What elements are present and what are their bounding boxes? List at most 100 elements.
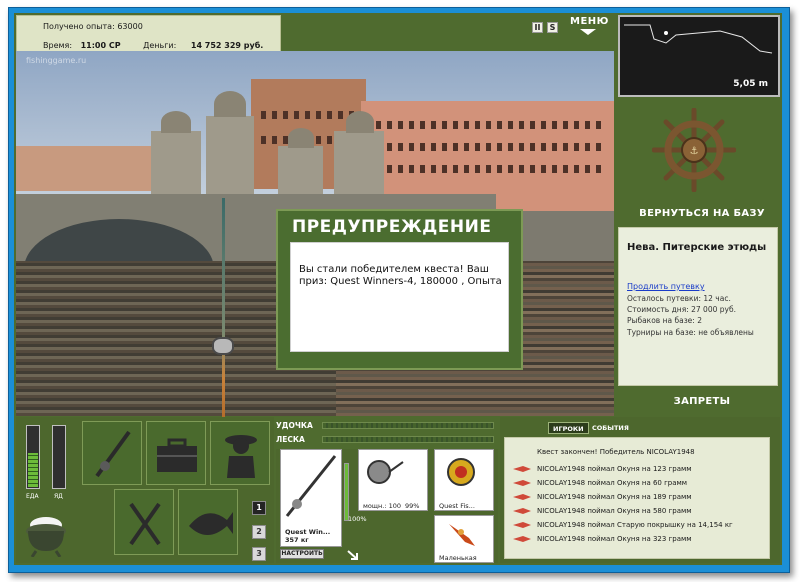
reel-condition: 99% <box>405 502 420 510</box>
food-label: ЕДА <box>26 493 39 500</box>
line-tension-bar <box>322 436 494 443</box>
menu-button[interactable]: МЕНЮ <box>570 16 609 27</box>
rod-condition: 100% <box>348 515 367 523</box>
window-row <box>376 143 606 151</box>
lure-icon <box>513 522 531 528</box>
bait-2-name: Маленькая <box>439 554 477 562</box>
tower-dome <box>288 128 314 148</box>
rod-condition-fill <box>345 464 348 520</box>
rod-reel-icon <box>212 337 234 355</box>
bans-button[interactable]: ЗАПРЕТЫ <box>628 396 776 407</box>
tension-bars: УДОЧКА ЛЕСКА <box>276 417 498 449</box>
bait-slot-2[interactable]: Маленькая <box>434 515 494 563</box>
page-1-button[interactable]: 1 <box>252 501 266 515</box>
time-label: Время: <box>43 41 73 50</box>
rods-tile[interactable] <box>82 421 142 485</box>
list-item: NICOLAY1948 поймал Окуня на 60 грамм <box>513 479 687 487</box>
line-tension-label: ЛЕСКА <box>276 435 305 444</box>
depth-value: 5,05 m <box>733 79 768 89</box>
svg-text:⚓: ⚓ <box>690 146 699 157</box>
time-value: 11:00 СР <box>80 41 121 50</box>
wobbler-icon <box>449 524 475 546</box>
poison-label: ЯД <box>54 493 63 500</box>
page-2-button[interactable]: 2 <box>252 525 266 539</box>
food-gauge <box>26 425 40 489</box>
tower-dome <box>214 91 246 117</box>
return-to-base-button[interactable]: ВЕРНУТЬСЯ НА БАЗУ <box>628 208 776 219</box>
money-label: Деньги: <box>143 41 177 50</box>
tackle-panel: Quest Win... 357 кг 100% мощн.: 100 99% … <box>276 449 498 563</box>
window-row <box>376 165 606 173</box>
catch-tile[interactable] <box>178 489 238 555</box>
food-tile[interactable] <box>114 489 174 555</box>
warning-dialog[interactable]: ПРЕДУПРЕЖДЕНИЕ Вы стали победителем квес… <box>276 209 523 370</box>
ship-wheel-icon[interactable]: ⚓ <box>652 108 736 192</box>
dialog-title: ПРЕДУПРЕЖДЕНИЕ <box>292 217 492 237</box>
window-row <box>376 121 606 129</box>
rod-tension-label: УДОЧКА <box>276 421 313 430</box>
lure-icon <box>513 494 531 500</box>
day-cost: Стоимость дня: 27 000 руб. <box>627 305 736 314</box>
fork-knife-icon <box>129 502 161 546</box>
time-money-row: Время: 11:00 СР Деньги: 14 752 329 руб. <box>43 41 263 50</box>
experience-value: 63000 <box>117 22 143 31</box>
tackle-box-icon <box>157 438 197 472</box>
tower-dome <box>161 111 191 133</box>
pot-icon[interactable] <box>22 513 70 557</box>
tackle-box-tile[interactable] <box>146 421 206 485</box>
experience-row: Получено опыта: 63000 <box>43 22 143 31</box>
lure-icon <box>513 466 531 472</box>
reel-slot[interactable]: мощн.: 100 99% <box>358 449 428 511</box>
food-gauge-fill <box>28 452 38 487</box>
embankment <box>516 211 614 266</box>
event-list[interactable]: Квест закончен! Победитель NICOLAY1948 N… <box>504 437 770 559</box>
list-item: NICOLAY1948 поймал Окуня на 580 грамм <box>513 507 692 515</box>
depth-map[interactable]: 5,05 m <box>618 15 780 97</box>
page-3-button[interactable]: 3 <box>252 547 266 561</box>
bait-slot-1[interactable]: Quest Fis... <box>434 449 494 511</box>
money-value: 14 752 329 руб. <box>190 41 264 50</box>
tab-events[interactable]: СОБЫТИЯ <box>588 422 633 434</box>
reel-icon <box>367 460 404 484</box>
tournaments-at-base: Турниры на базе: не объявлены <box>627 328 754 337</box>
fishing-rod[interactable] <box>222 198 225 423</box>
list-item: NICOLAY1948 поймал Окуня на 123 грамм <box>513 465 692 473</box>
watermark: fishinggame.ru <box>26 56 87 65</box>
settings-icon[interactable]: S <box>547 22 558 33</box>
setup-button[interactable]: НАСТРОИТЬ <box>280 549 324 559</box>
tower-dome <box>346 111 374 133</box>
angler-tile[interactable] <box>210 421 270 485</box>
angler-icon <box>225 435 257 478</box>
reel-stats: мощн.: 100 <box>363 502 401 510</box>
poison-gauge <box>52 425 66 489</box>
tab-players[interactable]: ИГРОКИ <box>548 422 589 434</box>
rod-condition-bar <box>344 463 349 521</box>
dialog-message: Вы стали победителем квеста! Ваш приз: Q… <box>290 242 509 352</box>
rod-weight: 357 кг <box>285 536 309 544</box>
pause-icon[interactable]: II <box>532 22 543 33</box>
rod-slot[interactable]: Quest Win... 357 кг <box>280 449 342 547</box>
extend-ticket-link[interactable]: Продлить путевку <box>627 282 705 291</box>
rod-slot-icon <box>285 455 337 517</box>
arrow-down-right-icon[interactable] <box>346 549 360 561</box>
bait-1-name: Quest Fis... <box>439 502 475 510</box>
list-item: NICOLAY1948 поймал Окуня на 323 грамм <box>513 535 692 543</box>
rod-name: Quest Win... <box>285 528 331 536</box>
lure-icon <box>447 458 475 486</box>
list-item: Квест закончен! Победитель NICOLAY1948 <box>537 448 695 456</box>
fish-icon <box>189 512 233 535</box>
location-title: Нева. Питерские этюды <box>627 242 767 253</box>
list-item: NICOLAY1948 поймал Старую покрышку на 14… <box>513 521 733 529</box>
menu-arrow-icon <box>580 29 596 35</box>
rod-tension-bar <box>322 422 494 429</box>
ticket-remaining: Осталось путевки: 12 час. <box>627 294 731 303</box>
events-panel: ИГРОКИ СОБЫТИЯ Квест закончен! Победител… <box>500 417 780 563</box>
lure-icon <box>513 536 531 542</box>
lure-icon <box>513 480 531 486</box>
list-item: NICOLAY1948 поймал Окуня на 189 грамм <box>513 493 692 501</box>
location-info-panel: Нева. Питерские этюды Продлить путевку О… <box>618 227 778 386</box>
anglers-at-base: Рыбаков на базе: 2 <box>627 316 702 325</box>
experience-label: Получено опыта: <box>43 22 115 31</box>
game-screen: Получено опыта: 63000 Время: 11:00 СР Де… <box>14 13 782 565</box>
controls-panel: ЕДА ЯД 1 2 3 <box>16 417 274 563</box>
